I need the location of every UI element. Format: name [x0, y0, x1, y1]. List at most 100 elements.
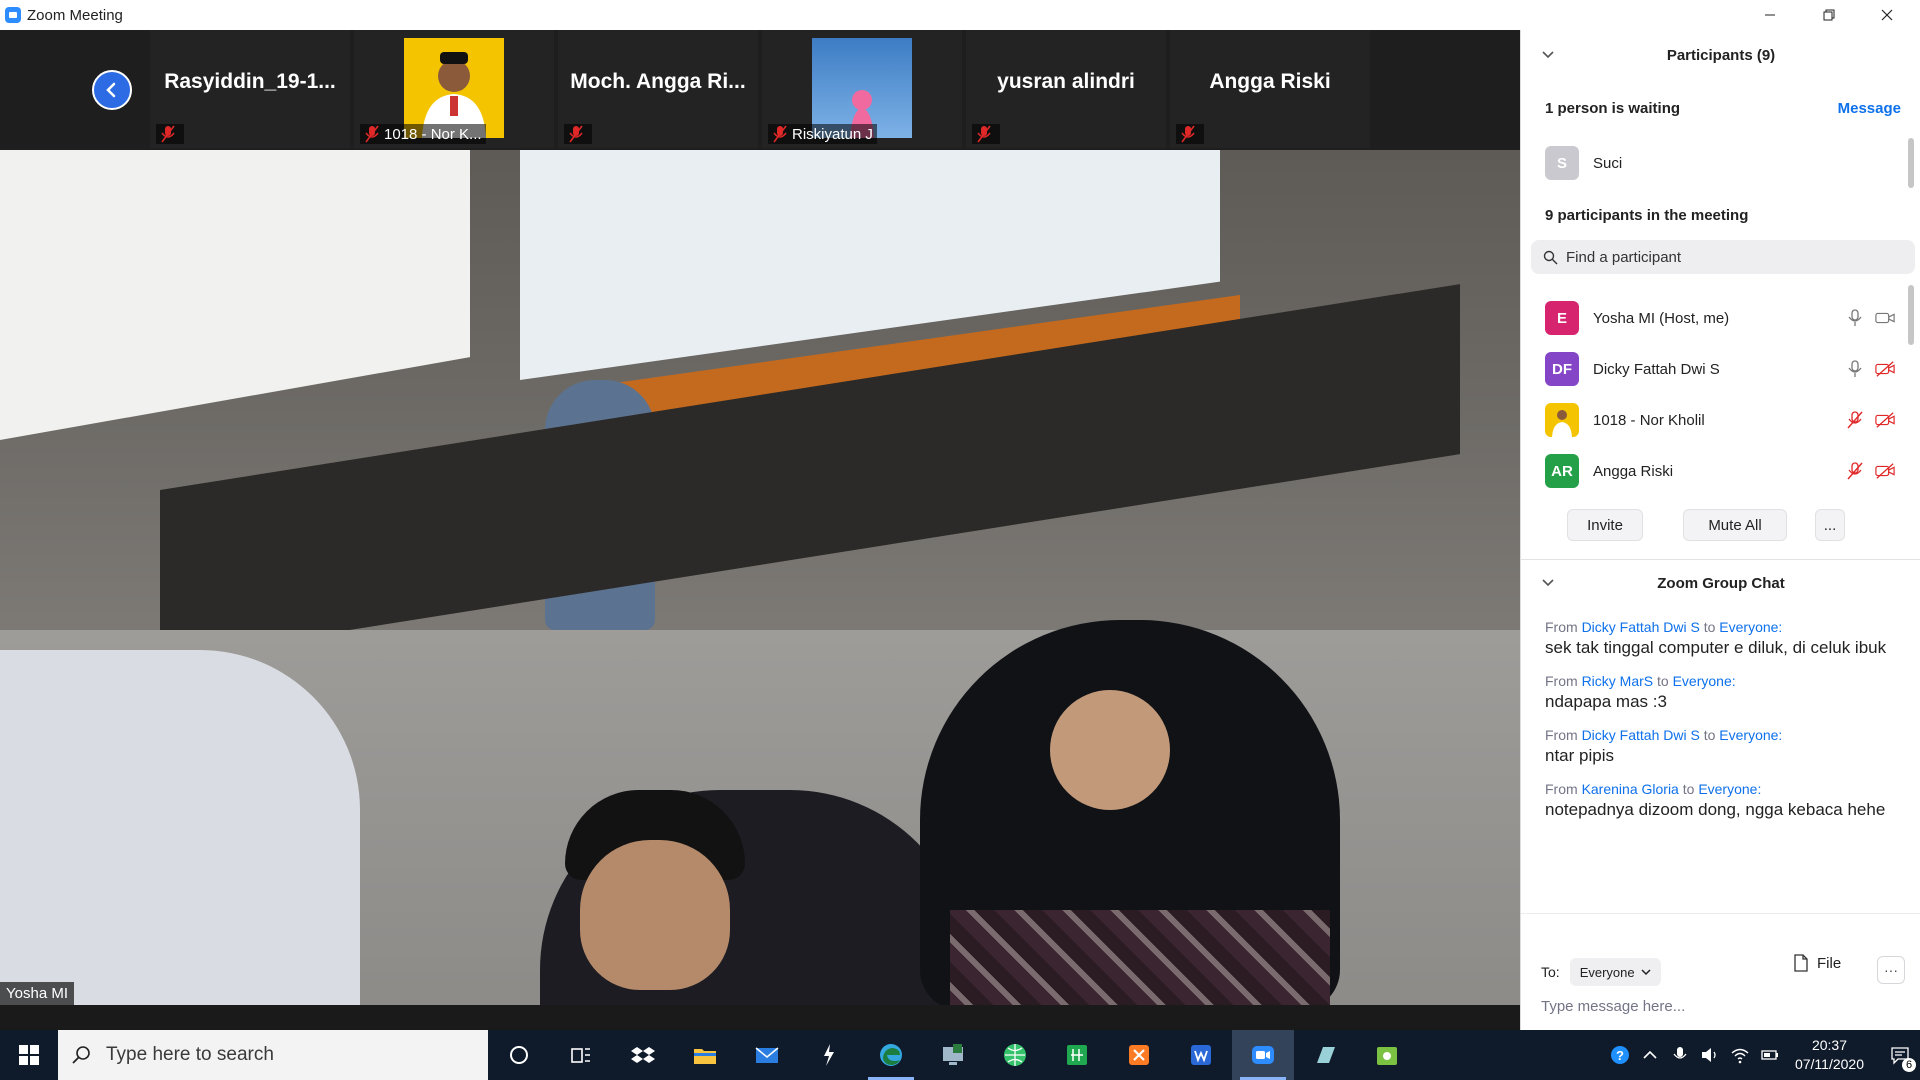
avatar — [1545, 403, 1579, 437]
participant-row[interactable]: 1018 - Nor Kholil — [1545, 402, 1895, 438]
video-thumb[interactable]: 1018 - Nor K... — [354, 30, 554, 148]
zoom-icon[interactable] — [1232, 1030, 1294, 1080]
participant-list-scrollbar[interactable] — [1908, 285, 1914, 345]
active-speaker-video[interactable]: Yosha MI — [0, 150, 1520, 1005]
message-button[interactable]: Message — [1838, 100, 1901, 117]
task-view-icon[interactable] — [550, 1030, 612, 1080]
gallery-previous-button[interactable] — [92, 70, 132, 110]
calculator-monitor-icon[interactable] — [922, 1030, 984, 1080]
close-button[interactable] — [1858, 0, 1916, 30]
mic-muted-icon[interactable] — [1845, 411, 1865, 429]
wps-writer-icon[interactable] — [1170, 1030, 1232, 1080]
mic-on-icon[interactable] — [1845, 309, 1865, 327]
speaker-icon[interactable] — [1695, 1030, 1725, 1080]
spreadsheet-icon[interactable] — [1046, 1030, 1108, 1080]
taskbar-search[interactable] — [58, 1030, 488, 1080]
recipient-select[interactable]: Everyone — [1569, 958, 1661, 986]
clock-date: 07/11/2020 — [1794, 1056, 1864, 1072]
chat-more-button[interactable]: ··· — [1877, 956, 1905, 984]
whiteboard-app-icon[interactable] — [1294, 1030, 1356, 1080]
participant-name: 1018 - Nor Kholil — [1593, 411, 1705, 429]
more-options-button[interactable]: ... — [1815, 509, 1845, 541]
to-label: To: — [1541, 964, 1560, 980]
message-text: ntar pipis — [1545, 746, 1614, 765]
sender-name[interactable]: Dicky Fattah Dwi S — [1582, 727, 1700, 743]
xampp-icon[interactable] — [1108, 1030, 1170, 1080]
mic-muted-icon — [569, 125, 583, 143]
close-icon — [1881, 9, 1893, 21]
mute-all-button[interactable]: Mute All — [1683, 509, 1787, 541]
minimize-button[interactable] — [1741, 0, 1799, 30]
dropbox-icon[interactable] — [612, 1030, 674, 1080]
from-word: From — [1545, 619, 1578, 635]
wifi-icon[interactable] — [1725, 1030, 1755, 1080]
chat-header: Zoom Group Chat — [1521, 558, 1920, 608]
edge-icon[interactable] — [860, 1030, 922, 1080]
mail-icon[interactable] — [736, 1030, 798, 1080]
participant-row[interactable]: E Yosha MI (Host, me) — [1545, 300, 1895, 336]
participant-controls — [1845, 462, 1895, 480]
participant-search[interactable] — [1531, 240, 1915, 274]
video-thumb[interactable]: Moch. Angga Ri... — [558, 30, 758, 148]
participant-search-input[interactable] — [1566, 248, 1866, 266]
waiting-scrollbar[interactable] — [1908, 138, 1914, 188]
waiting-room-row: 1 person is waiting Message — [1545, 100, 1901, 117]
microphone-icon[interactable] — [1665, 1030, 1695, 1080]
restore-button[interactable] — [1800, 0, 1858, 30]
thumb-label-text: 1018 - Nor K... — [384, 125, 482, 143]
green-globe-icon[interactable] — [984, 1030, 1046, 1080]
chevron-down-icon — [1641, 969, 1651, 976]
cortana-icon[interactable] — [488, 1030, 550, 1080]
to-word: to — [1703, 727, 1716, 743]
participants-title: Participants (9) — [1666, 46, 1776, 64]
video-on-icon[interactable] — [1875, 309, 1895, 327]
chevron-down-icon[interactable] — [1541, 576, 1555, 590]
video-off-icon[interactable] — [1875, 462, 1895, 480]
file-label: File — [1817, 954, 1842, 972]
mic-on-icon[interactable] — [1845, 360, 1865, 378]
chat-message-input[interactable] — [1541, 998, 1901, 1015]
message-text: sek tak tinggal computer e diluk, di cel… — [1545, 638, 1887, 657]
chevron-up-icon[interactable] — [1635, 1030, 1665, 1080]
bolt-app-icon[interactable] — [798, 1030, 860, 1080]
video-thumb[interactable]: Riskiyatun J — [762, 30, 962, 148]
battery-icon[interactable] — [1755, 1030, 1785, 1080]
chat-composer: To: Everyone File ··· — [1521, 913, 1920, 1030]
participant-name: Angga Riski — [1593, 462, 1674, 480]
notification-center-icon[interactable]: 6 — [1880, 1030, 1920, 1080]
waiting-participant[interactable]: S Suci — [1545, 145, 1895, 181]
mic-muted-icon[interactable] — [1845, 462, 1865, 480]
thumb-label — [1176, 124, 1204, 144]
file-explorer-icon[interactable] — [674, 1030, 736, 1080]
video-off-icon[interactable] — [1875, 411, 1895, 429]
participant-row[interactable]: AR Angga Riski — [1545, 453, 1895, 489]
waiting-count: 1 person is waiting — [1545, 100, 1681, 117]
taskbar-search-input[interactable] — [106, 1044, 466, 1066]
chat-message: From Dicky Fattah Dwi S to Everyone: sek… — [1545, 618, 1895, 660]
person-avatar-icon — [1552, 410, 1572, 437]
participant-controls — [1845, 360, 1895, 378]
person-avatar-icon — [850, 90, 874, 138]
start-button[interactable] — [0, 1030, 58, 1080]
svg-text:?: ? — [1616, 1048, 1624, 1063]
android-store-icon[interactable] — [1356, 1030, 1418, 1080]
sender-name[interactable]: Karenina Gloria — [1582, 781, 1679, 797]
participant-row[interactable]: DF Dicky Fattah Dwi S — [1545, 351, 1895, 387]
sender-name[interactable]: Ricky MarS — [1582, 673, 1654, 689]
chat-meta: From Dicky Fattah Dwi S to Everyone: — [1545, 618, 1895, 636]
video-thumb[interactable]: Angga Riski — [1170, 30, 1370, 148]
meeting-count: 9 participants in the meeting — [1545, 207, 1749, 224]
sender-name[interactable]: Dicky Fattah Dwi S — [1582, 619, 1700, 635]
recipient-name: Everyone: — [1698, 781, 1762, 797]
chat-message: From Ricky MarS to Everyone: ndapapa mas… — [1545, 672, 1895, 714]
invite-button[interactable]: Invite — [1567, 509, 1643, 541]
video-off-icon[interactable] — [1875, 360, 1895, 378]
title-bar: Zoom Meeting — [0, 0, 1920, 30]
face — [1050, 690, 1170, 810]
video-thumb[interactable]: yusran alindri — [966, 30, 1166, 148]
chevron-down-icon[interactable] — [1541, 48, 1555, 62]
clock[interactable]: 20:37 07/11/2020 — [1795, 1036, 1864, 1074]
help-icon[interactable]: ? — [1605, 1030, 1635, 1080]
video-thumb[interactable]: Rasyiddin_19-1... — [150, 30, 350, 148]
file-button[interactable]: File — [1793, 954, 1841, 972]
